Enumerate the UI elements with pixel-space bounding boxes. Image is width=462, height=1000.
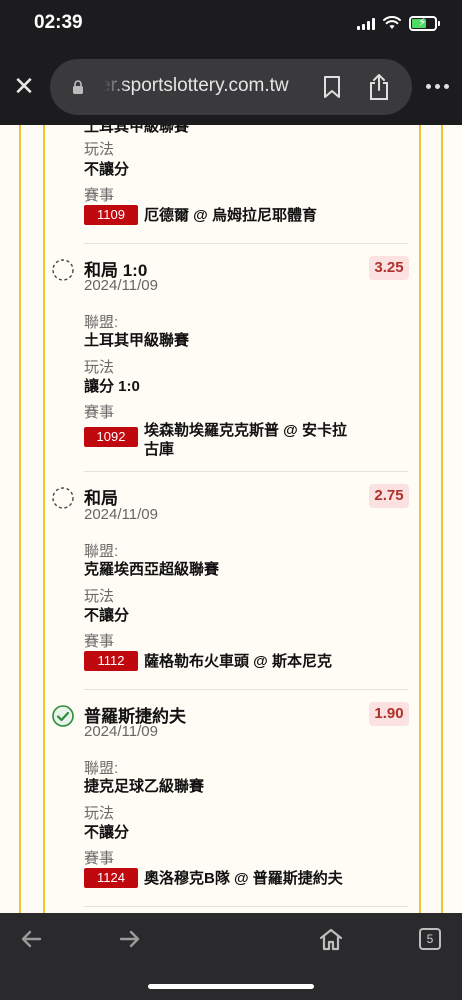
- event-label: 賽事: [84, 633, 115, 650]
- event-label: 賽事: [84, 850, 115, 867]
- bet-date: 2024/11/09: [84, 506, 158, 523]
- league-value: 土耳其甲級聯賽: [84, 332, 190, 349]
- lock-icon: [73, 80, 83, 94]
- match-name[interactable]: 厄德爾 @ 烏姆拉尼耶體育: [144, 206, 317, 225]
- pending-status-icon: [52, 259, 74, 281]
- close-icon[interactable]: ✕: [12, 74, 36, 100]
- status-bar: 02:39 ⚡: [0, 0, 462, 50]
- border-line: [419, 125, 421, 913]
- odds-badge: 2.75: [369, 484, 409, 508]
- match-name[interactable]: 奧洛穆克B隊 @ 普羅斯捷約夫: [144, 869, 343, 888]
- url-text: er.sportslottery.com.tw: [100, 75, 289, 96]
- forward-arrow-icon[interactable]: [117, 927, 143, 951]
- divider: [84, 243, 408, 244]
- wifi-icon: [383, 16, 401, 29]
- divider: [84, 906, 408, 907]
- play-value: 不讓分: [84, 161, 130, 178]
- play-value: 讓分 1:0: [84, 378, 140, 395]
- league-value: 克羅埃西亞超級聯賽: [84, 561, 220, 578]
- check-circle-icon: [52, 705, 74, 727]
- bet-slip-content: 土耳其甲級聯賽 玩法 不讓分 賽事 1109 厄德爾 @ 烏姆拉尼耶體育 和局 …: [0, 125, 462, 913]
- cellular-signal-icon: [357, 18, 377, 30]
- clock: 02:39: [34, 12, 83, 33]
- match-name-line: 埃森勒埃羅克克斯普 @ 安卡拉: [144, 422, 347, 439]
- bet-date: 2024/11/09: [84, 277, 158, 294]
- border-line: [441, 125, 443, 913]
- match-name[interactable]: 埃森勒埃羅克克斯普 @ 安卡拉 古庫: [144, 421, 347, 459]
- play-label: 玩法: [84, 359, 115, 376]
- share-icon[interactable]: [368, 73, 390, 101]
- tabs-icon[interactable]: 5: [419, 928, 441, 950]
- back-arrow-icon[interactable]: [18, 927, 44, 951]
- event-code-badge: 1092: [84, 427, 138, 447]
- url-fade: [96, 67, 128, 107]
- more-options-icon[interactable]: [426, 82, 450, 92]
- league-value: 土耳其甲級聯賽: [84, 125, 190, 135]
- league-value: 捷克足球乙級聯賽: [84, 778, 205, 795]
- play-label: 玩法: [84, 805, 115, 822]
- home-indicator: [148, 984, 314, 989]
- bet-date: 2024/11/09: [84, 723, 158, 740]
- match-name-line: 古庫: [144, 441, 175, 458]
- pending-status-icon: [52, 487, 74, 509]
- bookmark-icon[interactable]: [322, 75, 342, 99]
- border-line: [19, 125, 21, 913]
- browser-address-row: ✕ er.sportslottery.com.tw: [0, 50, 462, 125]
- odds-badge: 1.90: [369, 702, 409, 726]
- home-icon[interactable]: [318, 927, 344, 951]
- play-value: 不讓分: [84, 824, 130, 841]
- event-label: 賽事: [84, 404, 115, 421]
- play-value: 不讓分: [84, 607, 130, 624]
- divider: [84, 471, 408, 472]
- odds-badge: 3.25: [369, 256, 409, 280]
- event-code-badge: 1112: [84, 651, 138, 671]
- divider: [84, 689, 408, 690]
- match-name[interactable]: 薩格勒布火車頭 @ 斯本尼克: [144, 652, 332, 671]
- event-code-badge: 1124: [84, 868, 138, 888]
- event-code-badge: 1109: [84, 205, 138, 225]
- address-bar[interactable]: er.sportslottery.com.tw: [50, 59, 412, 115]
- event-label: 賽事: [84, 187, 115, 204]
- battery-icon: ⚡: [409, 15, 440, 31]
- play-label: 玩法: [84, 141, 115, 158]
- border-line: [43, 125, 45, 913]
- play-label: 玩法: [84, 588, 115, 605]
